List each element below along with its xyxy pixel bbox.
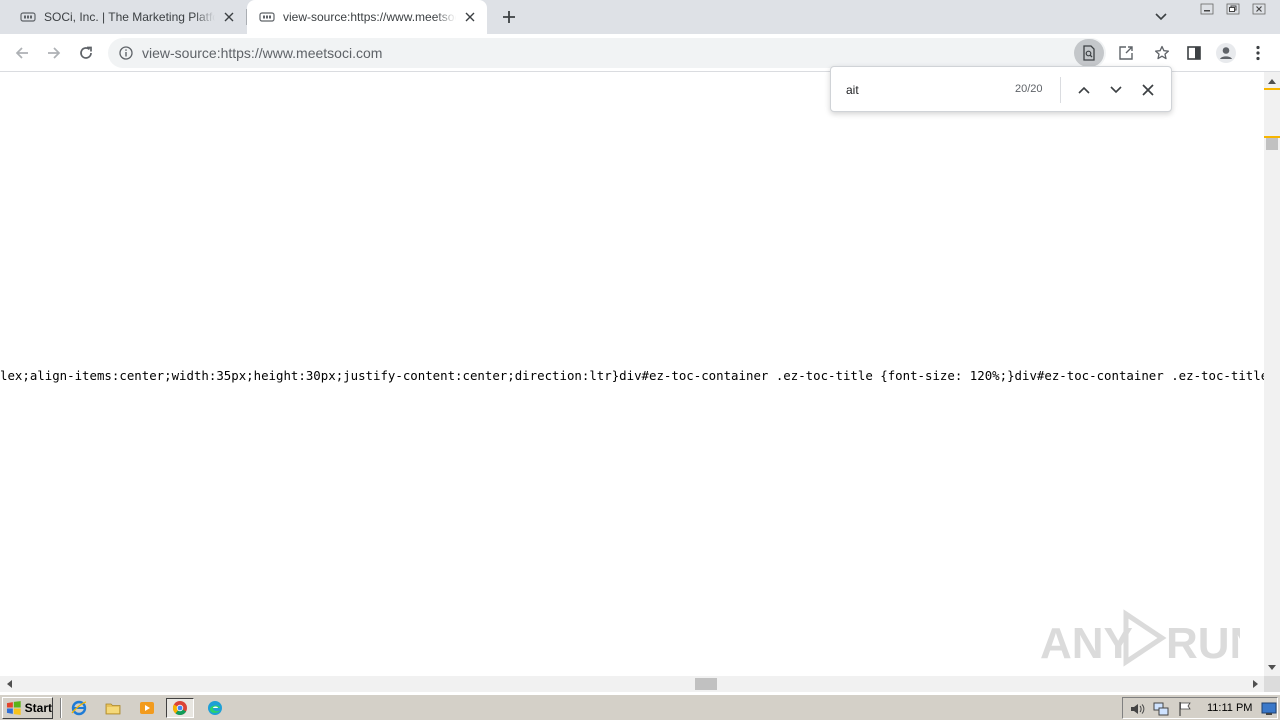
plus-icon (503, 11, 515, 23)
bookmark-button[interactable] (1147, 38, 1177, 68)
minimize-button[interactable] (1194, 0, 1220, 17)
scroll-up-arrow[interactable] (1264, 74, 1280, 88)
url-text[interactable]: view-source:https://www.meetsoci.com (142, 45, 382, 61)
tab-title: view-source:https://www.meetsoci. (283, 10, 456, 24)
chrome-taskbar-button[interactable] (166, 698, 194, 718)
profile-icon (1216, 43, 1236, 63)
find-match-count: 20/20 (1015, 83, 1043, 95)
star-icon (1154, 45, 1170, 60)
scroll-right-arrow[interactable] (1248, 676, 1262, 692)
reload-icon (80, 46, 92, 59)
find-match-marker (1264, 88, 1280, 90)
arrow-right-icon (48, 47, 61, 59)
close-icon[interactable] (462, 9, 478, 25)
watermark-text-left: ANY (1040, 619, 1133, 668)
info-icon[interactable] (118, 45, 134, 61)
ie-icon (71, 700, 87, 716)
scroll-left-arrow[interactable] (2, 676, 16, 692)
find-divider (1060, 77, 1061, 103)
find-next-button[interactable] (1104, 78, 1128, 102)
tab-search-button[interactable] (1151, 8, 1171, 26)
share-icon (1119, 46, 1133, 60)
show-desktop-button[interactable] (1261, 701, 1277, 717)
folder-icon (105, 703, 121, 715)
windows-logo-icon (6, 701, 21, 715)
scroll-corner (1264, 676, 1280, 692)
tab-view-source[interactable]: view-source:https://www.meetsoci. (247, 0, 487, 34)
source-code-line: lex;align-items:center;width:35px;height… (0, 368, 1264, 383)
side-panel-button[interactable] (1180, 39, 1208, 67)
system-tray: 11:11 PM (1122, 697, 1278, 719)
vertical-scrollbar[interactable] (1264, 72, 1280, 676)
new-tab-button[interactable] (498, 6, 520, 28)
close-window-button[interactable] (1246, 0, 1272, 17)
kebab-menu-icon (1256, 45, 1260, 61)
flag-icon[interactable] (1177, 701, 1193, 717)
horizontal-scroll-thumb[interactable] (695, 678, 717, 690)
profile-button[interactable] (1212, 39, 1240, 67)
menu-button[interactable] (1244, 39, 1272, 67)
horizontal-scrollbar[interactable] (0, 676, 1264, 692)
start-label: Start (24, 701, 52, 715)
minimize-icon (1200, 3, 1214, 14)
find-previous-button[interactable] (1072, 78, 1096, 102)
volume-icon[interactable] (1129, 701, 1145, 717)
close-icon (1252, 3, 1266, 14)
clock[interactable]: 11:11 PM (1207, 702, 1252, 714)
find-bar: 20/20 (830, 66, 1172, 112)
back-button[interactable] (8, 39, 36, 67)
anyrun-watermark: ANY RUN (1040, 608, 1261, 670)
arrow-left-icon (15, 47, 28, 59)
taskbar-divider (60, 698, 62, 718)
network-icon[interactable] (1153, 701, 1169, 717)
tab-soci[interactable]: SOCi, Inc. | The Marketing Platform f (0, 0, 246, 34)
taskbar: Start 11:11 PM (0, 694, 1280, 720)
chevron-down-icon (1155, 13, 1167, 21)
share-button[interactable] (1111, 38, 1141, 68)
doc-icon (20, 9, 36, 25)
edge-icon (208, 701, 222, 715)
start-button[interactable]: Start (2, 697, 53, 719)
find-in-page-button[interactable] (1074, 39, 1104, 67)
chevron-up-icon (1078, 86, 1090, 94)
media-player-launch-button[interactable] (136, 698, 158, 718)
chrome-icon (172, 701, 187, 716)
tab-strip: SOCi, Inc. | The Marketing Platform f vi… (0, 0, 1280, 34)
restore-button[interactable] (1220, 0, 1246, 17)
address-bar[interactable]: view-source:https://www.meetsoci.com (108, 38, 1170, 68)
vertical-scroll-thumb[interactable] (1266, 138, 1278, 150)
scroll-down-arrow[interactable] (1264, 660, 1280, 674)
restore-icon (1226, 3, 1240, 14)
edge-launch-button[interactable] (204, 698, 226, 718)
close-icon (1142, 84, 1154, 96)
explorer-launch-button[interactable] (102, 698, 124, 718)
tab-title: SOCi, Inc. | The Marketing Platform f (44, 10, 215, 24)
window-controls (1194, 0, 1272, 18)
page-content: lex;align-items:center;width:35px;height… (0, 72, 1264, 676)
reload-button[interactable] (72, 39, 100, 67)
doc-icon (259, 9, 275, 25)
side-panel-icon (1187, 46, 1201, 60)
media-player-icon (140, 702, 154, 714)
find-input[interactable] (846, 81, 996, 99)
ie-launch-button[interactable] (68, 698, 90, 718)
find-in-page-icon (1083, 45, 1095, 61)
chevron-down-icon (1110, 86, 1122, 94)
close-icon[interactable] (221, 9, 237, 25)
forward-button[interactable] (40, 39, 68, 67)
watermark-text-right: RUN (1166, 619, 1240, 668)
monitor-icon (1261, 702, 1277, 715)
find-close-button[interactable] (1136, 78, 1160, 102)
